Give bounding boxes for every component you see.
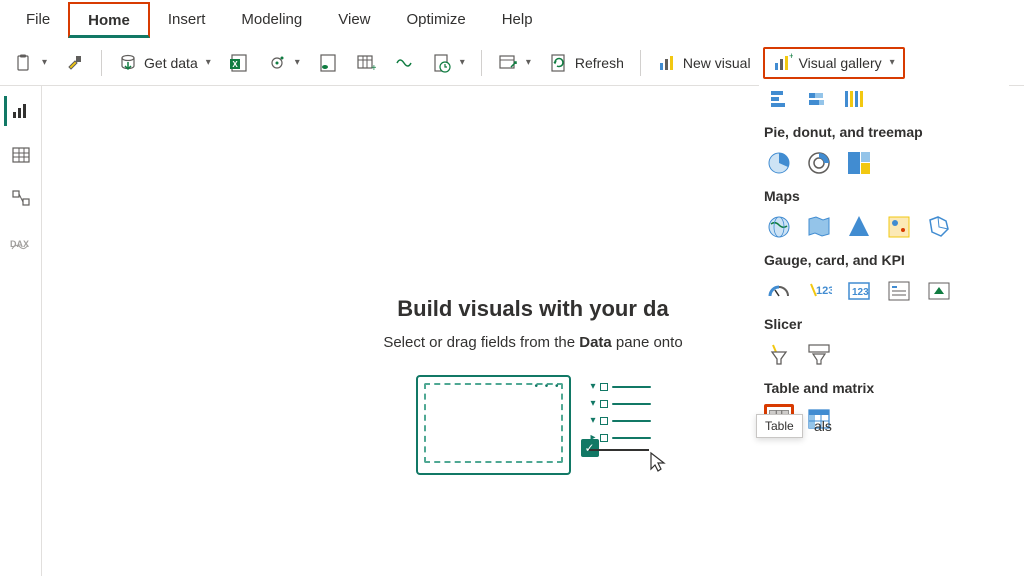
- illust-fields-pane: ▾ ▾ ▾ ▸: [591, 375, 651, 475]
- recent-sources-button[interactable]: ▾: [426, 49, 471, 77]
- paste-button[interactable]: ▾: [8, 49, 53, 77]
- get-data-button[interactable]: Get data ▾: [112, 49, 217, 77]
- canvas-placeholder: Build visuals with your da Select or dra…: [253, 296, 813, 475]
- viz-arcgis-icon[interactable]: [884, 212, 914, 242]
- canvas-subtitle: Select or drag fields from the Data pane…: [253, 334, 813, 351]
- get-data-label: Get data: [144, 55, 198, 71]
- viz-multirow-card-icon[interactable]: [884, 276, 914, 306]
- tooltip-table: Table: [756, 414, 803, 438]
- viz-gauge-icon[interactable]: [764, 276, 794, 306]
- visual-gallery-dropdown: Pie, donut, and treemap Maps Gauge, card…: [759, 84, 1009, 434]
- transform-data-button[interactable]: ▾: [492, 49, 537, 77]
- viz-card-icon[interactable]: 123: [804, 276, 834, 306]
- separator: [640, 50, 641, 76]
- database-icon: [118, 53, 138, 73]
- sql-button[interactable]: [312, 49, 344, 77]
- menu-file[interactable]: File: [8, 3, 68, 37]
- menu-home[interactable]: Home: [68, 2, 150, 38]
- viz-filled-map-icon[interactable]: [804, 212, 834, 242]
- menu-insert[interactable]: Insert: [150, 3, 224, 37]
- viz-100-bar-icon[interactable]: [840, 84, 870, 114]
- gallery-section-slicer: Slicer: [764, 316, 1009, 332]
- clipboard-icon: [14, 53, 34, 73]
- viz-donut-icon[interactable]: [804, 148, 834, 178]
- refresh-button[interactable]: Refresh: [543, 49, 630, 77]
- cursor-icon: [649, 451, 669, 475]
- enter-data-button[interactable]: +: [350, 49, 382, 77]
- table-plus-icon: +: [356, 53, 376, 73]
- svg-text:123: 123: [852, 287, 869, 298]
- viz-stacked-bar-icon[interactable]: [802, 84, 832, 114]
- left-rail: DAX: [0, 86, 42, 576]
- chevron-down-icon: ▾: [890, 57, 895, 68]
- viz-shape-map-icon[interactable]: [924, 212, 954, 242]
- bar-chart-plus-icon: +: [773, 53, 793, 73]
- viz-kpi-icon[interactable]: [924, 276, 954, 306]
- separator: [481, 50, 482, 76]
- chevron-down-icon: ▾: [295, 57, 300, 68]
- report-icon: [11, 101, 31, 121]
- canvas-illustration: • • • ✓ ▾ ▾ ▾ ▸: [253, 375, 813, 475]
- excel-button[interactable]: X: [223, 49, 255, 77]
- dataverse-icon: [394, 53, 414, 73]
- menu-modeling[interactable]: Modeling: [223, 3, 320, 37]
- dax-icon: DAX: [10, 235, 32, 251]
- viz-pie-icon[interactable]: [764, 148, 794, 178]
- chevron-down-icon: ▾: [460, 57, 465, 68]
- refresh-icon: [549, 53, 569, 73]
- table-icon: [11, 145, 31, 165]
- table-view-button[interactable]: [6, 140, 36, 170]
- toolbar: ▾ Get data ▾ X ▾ + ▾ ▾ Refresh New visua…: [0, 40, 1024, 86]
- viz-slicer-new-icon[interactable]: [764, 340, 794, 370]
- viz-slicer-icon[interactable]: [804, 340, 834, 370]
- viz-multi-card-icon[interactable]: 123: [844, 276, 874, 306]
- gallery-section-maps: Maps: [764, 188, 1009, 204]
- svg-text:X: X: [232, 60, 238, 69]
- gallery-section-table: Table and matrix: [764, 380, 1009, 396]
- brush-icon: [65, 53, 85, 73]
- canvas-title: Build visuals with your da: [253, 296, 813, 322]
- report-view-button[interactable]: [4, 96, 34, 126]
- sql-icon: [318, 53, 338, 73]
- menu-optimize[interactable]: Optimize: [389, 3, 484, 37]
- svg-text:+: +: [371, 63, 376, 73]
- new-visual-button[interactable]: New visual: [651, 49, 757, 77]
- transform-icon: [498, 53, 518, 73]
- truncated-text: als: [814, 418, 832, 434]
- recent-icon: [432, 53, 452, 73]
- viz-map-icon[interactable]: [764, 212, 794, 242]
- illust-visual-card: • • • ✓: [416, 375, 571, 475]
- refresh-label: Refresh: [575, 55, 624, 71]
- menubar: File Home Insert Modeling View Optimize …: [0, 0, 1024, 40]
- gallery-section-gauge: Gauge, card, and KPI: [764, 252, 1009, 268]
- visual-gallery-label: Visual gallery: [799, 55, 882, 71]
- checkbox-icon: ✓: [581, 439, 599, 457]
- svg-text:123: 123: [816, 285, 832, 297]
- chevron-down-icon: ▾: [206, 57, 211, 68]
- visual-gallery-button[interactable]: + Visual gallery ▾: [763, 47, 905, 79]
- dataverse-button[interactable]: [388, 49, 420, 77]
- bar-chart-icon: [657, 53, 677, 73]
- chevron-down-icon: ▾: [42, 57, 47, 68]
- new-visual-label: New visual: [683, 55, 751, 71]
- onelake-button[interactable]: ▾: [261, 49, 306, 77]
- viz-azure-map-icon[interactable]: [844, 212, 874, 242]
- model-icon: [11, 189, 31, 209]
- dax-view-button[interactable]: DAX: [6, 228, 36, 258]
- viz-treemap-icon[interactable]: [844, 148, 874, 178]
- gallery-section-pie: Pie, donut, and treemap: [764, 124, 1009, 140]
- excel-icon: X: [229, 53, 249, 73]
- menu-help[interactable]: Help: [484, 3, 551, 37]
- model-view-button[interactable]: [6, 184, 36, 214]
- menu-view[interactable]: View: [320, 3, 388, 37]
- svg-text:+: +: [789, 53, 793, 61]
- format-painter-button[interactable]: [59, 49, 91, 77]
- chevron-down-icon: ▾: [526, 57, 531, 68]
- separator: [101, 50, 102, 76]
- hub-icon: [267, 53, 287, 73]
- viz-clustered-bar-icon[interactable]: [764, 84, 794, 114]
